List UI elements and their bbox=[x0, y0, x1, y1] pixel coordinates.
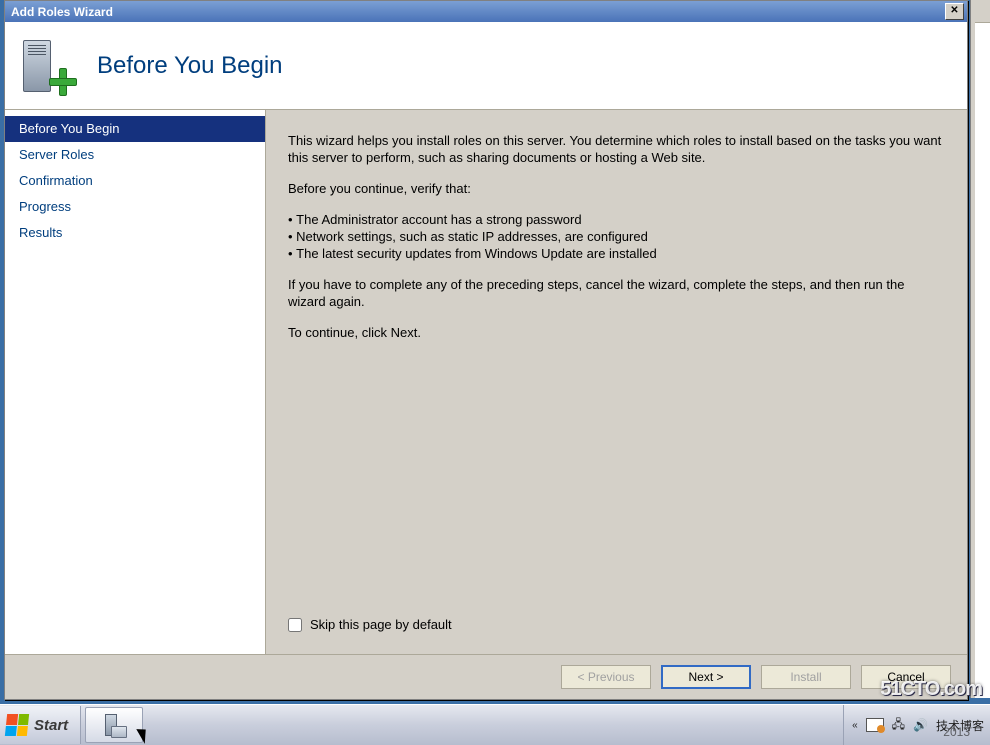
install-button[interactable]: Install bbox=[761, 665, 851, 689]
skip-page-label: Skip this page by default bbox=[310, 617, 452, 632]
verify-heading: Before you continue, verify that: bbox=[288, 180, 943, 197]
sidebar-item-server-roles[interactable]: Server Roles bbox=[5, 142, 265, 168]
window-title: Add Roles Wizard bbox=[11, 5, 113, 19]
server-plus-icon bbox=[21, 36, 75, 96]
tray-text: 技术博客 bbox=[936, 717, 984, 734]
system-tray[interactable]: « 🖧 🔊 技术博客 bbox=[843, 705, 990, 745]
after-bullets-text: If you have to complete any of the prece… bbox=[288, 276, 943, 310]
sidebar-item-before-you-begin[interactable]: Before You Begin bbox=[5, 116, 265, 142]
bullet-item: The latest security updates from Windows… bbox=[288, 245, 943, 262]
action-center-flag-icon[interactable] bbox=[866, 718, 884, 732]
close-button[interactable]: ✕ bbox=[945, 3, 964, 20]
server-manager-icon bbox=[101, 712, 127, 738]
skip-page-row: Skip this page by default bbox=[288, 617, 943, 644]
start-label: Start bbox=[34, 717, 68, 734]
taskbar-item-server-manager[interactable] bbox=[85, 707, 143, 743]
sidebar-item-results[interactable]: Results bbox=[5, 220, 265, 246]
skip-page-checkbox[interactable] bbox=[288, 618, 302, 632]
network-icon[interactable]: 🖧 bbox=[892, 715, 905, 736]
sidebar-item-progress[interactable]: Progress bbox=[5, 194, 265, 220]
taskbar: Start « 🖧 🔊 技术博客 bbox=[0, 704, 990, 745]
bullet-item: Network settings, such as static IP addr… bbox=[288, 228, 943, 245]
page-title: Before You Begin bbox=[97, 52, 283, 80]
bullet-item: The Administrator account has a strong p… bbox=[288, 211, 943, 228]
background-server-manager-window bbox=[970, 0, 990, 698]
sound-icon[interactable]: 🔊 bbox=[913, 718, 928, 732]
intro-text: This wizard helps you install roles on t… bbox=[288, 132, 943, 166]
sidebar-item-confirmation[interactable]: Confirmation bbox=[5, 168, 265, 194]
titlebar[interactable]: Add Roles Wizard ✕ bbox=[5, 1, 967, 22]
wizard-content: This wizard helps you install roles on t… bbox=[265, 110, 967, 654]
cancel-button[interactable]: Cancel bbox=[861, 665, 951, 689]
wizard-header: Before You Begin bbox=[5, 22, 967, 110]
tray-expand-icon[interactable]: « bbox=[852, 720, 858, 731]
wizard-footer: < Previous Next > Install Cancel bbox=[5, 654, 967, 699]
verify-bullet-list: The Administrator account has a strong p… bbox=[288, 211, 943, 262]
add-roles-wizard-window: Add Roles Wizard ✕ Before You Begin Befo… bbox=[4, 0, 968, 700]
start-button[interactable]: Start bbox=[0, 706, 81, 744]
windows-logo-icon bbox=[5, 714, 29, 736]
previous-button[interactable]: < Previous bbox=[561, 665, 651, 689]
next-button[interactable]: Next > bbox=[661, 665, 751, 689]
continue-text: To continue, click Next. bbox=[288, 324, 943, 341]
wizard-steps-sidebar: Before You Begin Server Roles Confirmati… bbox=[5, 110, 265, 654]
